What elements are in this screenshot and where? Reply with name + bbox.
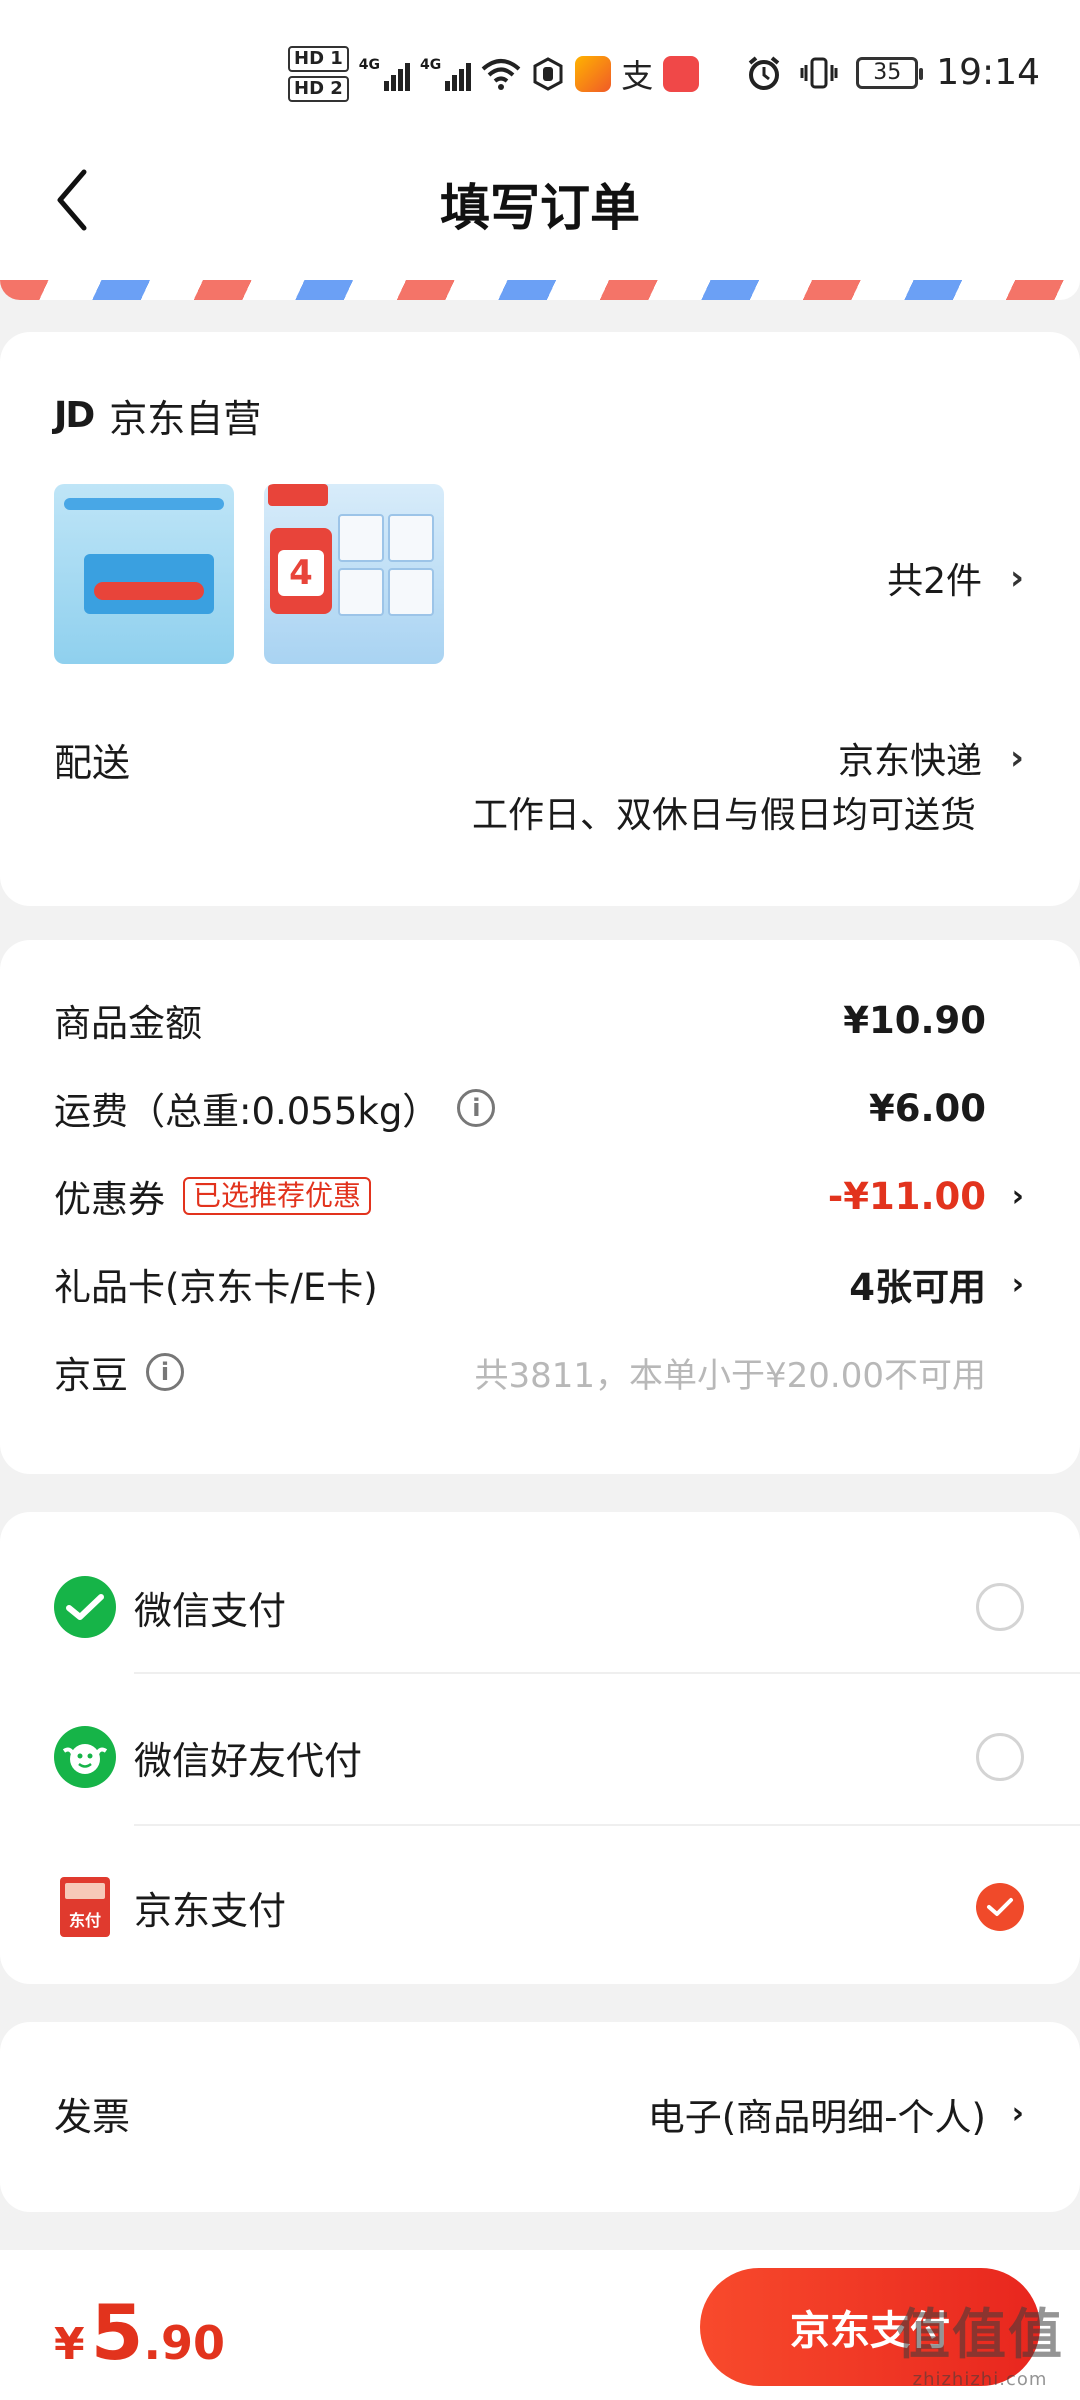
coupon-value: -¥11.00 xyxy=(827,1174,986,1218)
delivery-value: 京东快递 xyxy=(837,741,982,782)
invoice-row[interactable]: 发票 电子(商品明细-个人) › xyxy=(54,2086,1024,2141)
address-stripe-divider xyxy=(0,280,1080,300)
product-thumbnail-1[interactable] xyxy=(54,484,234,664)
shop-header: JD 京东自营 xyxy=(54,388,261,443)
watermark-sub: zhizhizhi.com xyxy=(912,2369,1048,2390)
item-count: 共2件 xyxy=(887,561,982,602)
hd2-icon: HD 2 xyxy=(288,76,349,102)
delivery-note: 工作日、双休日与假日均可送货 xyxy=(471,795,976,836)
battery-icon: 35 xyxy=(856,56,924,89)
watermark: 值值值 zhizhizhi.com xyxy=(896,2290,1064,2390)
jd-pay-icon: 东付 xyxy=(60,1877,110,1937)
divider xyxy=(134,1824,1080,1826)
network-type-label: 4G xyxy=(358,57,381,73)
hd1-icon: HD 1 xyxy=(288,46,349,72)
total-decimal: .90 xyxy=(143,2316,226,2370)
invoice-card[interactable]: 发票 电子(商品明细-个人) › xyxy=(0,2022,1080,2212)
invoice-value: 电子(商品明细-个人) xyxy=(647,2095,986,2139)
vibrate-icon xyxy=(800,57,838,88)
info-icon[interactable]: i xyxy=(457,1089,496,1127)
payment-label: 京东支付 xyxy=(134,1888,287,1933)
status-left-icons: HD 1 HD 2 4G 4G 支 xyxy=(288,46,700,102)
info-icon[interactable]: i xyxy=(146,1353,184,1391)
payment-card: 微信支付 微信好友代付 东付 京东支付 xyxy=(0,1512,1080,1984)
payment-label: 微信好友代付 xyxy=(134,1738,363,1783)
chevron-right-icon: › xyxy=(1011,1266,1024,1302)
shop-card: JD 京东自营 4 共2件 › 配送 京东快递 › 工作日、双休日与假日均可送货 xyxy=(0,332,1080,906)
delivery-label: 配送 xyxy=(54,741,131,785)
wifi-icon xyxy=(481,59,521,90)
wechat-pay-icon xyxy=(54,1576,116,1638)
divider xyxy=(134,1672,1080,1674)
radio-unchecked[interactable] xyxy=(976,1733,1024,1781)
order-total: ¥ 5 .90 xyxy=(54,2288,225,2377)
coupon-tag: 已选推荐优惠 xyxy=(183,1177,372,1215)
jd-beans-value: 共3811，本单小于¥20.00不可用 xyxy=(474,1355,987,1396)
payment-option-jd-pay[interactable]: 东付 京东支付 xyxy=(54,1862,1024,1952)
thumb-badge: 4 xyxy=(278,550,324,596)
page-title: 填写订单 xyxy=(440,179,640,237)
jd-logo: JD xyxy=(54,395,95,436)
chevron-right-icon: › xyxy=(1011,1178,1024,1214)
item-count-link[interactable]: 共2件 › xyxy=(887,552,1024,604)
hand-icon xyxy=(533,57,563,91)
price-card: 商品金额 ¥10.90 运费（总重:0.055kg） i ¥6.00 优惠券 已… xyxy=(0,940,1080,1474)
app-icon-red xyxy=(663,56,700,92)
chevron-right-icon: › xyxy=(1011,2096,1024,2131)
goods-amount-value: ¥10.90 xyxy=(843,998,986,1042)
signal-icon-2: 4G xyxy=(420,57,472,91)
app-icon-618 xyxy=(575,56,612,92)
coupon-label: 优惠券 xyxy=(54,1178,165,1221)
payment-option-wechat-friend[interactable]: 微信好友代付 xyxy=(54,1712,1024,1802)
wechat-friend-pay-icon xyxy=(54,1726,116,1788)
radio-unchecked[interactable] xyxy=(976,1583,1024,1631)
gift-card-row[interactable]: 礼品卡(京东卡/E卡) 4张可用 › xyxy=(54,1254,1024,1314)
gift-card-label: 礼品卡(京东卡/E卡) xyxy=(54,1266,378,1309)
status-right-icons: 35 19:14 xyxy=(746,52,1040,93)
clock: 19:14 xyxy=(936,52,1040,93)
jd-beans-row: 京豆 i 共3811，本单小于¥20.00不可用 xyxy=(54,1342,1024,1402)
goods-amount-row: 商品金额 ¥10.90 xyxy=(54,990,1024,1050)
chevron-right-icon: › xyxy=(1009,558,1024,598)
coupon-row[interactable]: 优惠券 已选推荐优惠 -¥11.00 › xyxy=(54,1166,1024,1226)
watermark-text: 值值值 xyxy=(896,2303,1064,2366)
total-integer: 5 xyxy=(90,2288,144,2377)
freight-row: 运费（总重:0.055kg） i ¥6.00 xyxy=(54,1078,1024,1138)
freight-value: ¥6.00 xyxy=(868,1086,986,1130)
chevron-right-icon: › xyxy=(1009,738,1024,778)
gift-card-value: 4张可用 xyxy=(849,1266,986,1309)
shop-name: 京东自营 xyxy=(109,397,262,441)
hd-indicators: HD 1 HD 2 xyxy=(288,46,349,102)
invoice-label: 发票 xyxy=(54,2095,131,2139)
product-thumbnail-2[interactable]: 4 xyxy=(264,484,444,664)
currency-symbol: ¥ xyxy=(54,2319,85,2370)
goods-amount-label: 商品金额 xyxy=(54,1002,202,1045)
payment-option-wechat[interactable]: 微信支付 xyxy=(54,1562,1024,1652)
alarm-icon xyxy=(748,55,780,90)
alipay-icon: 支 xyxy=(621,57,654,95)
nav-bar: 填写订单 xyxy=(0,130,1080,280)
jd-beans-label: 京豆 xyxy=(54,1354,128,1397)
network-type-label-2: 4G xyxy=(420,57,442,73)
signal-icon: 4G xyxy=(358,57,411,91)
payment-label: 微信支付 xyxy=(134,1588,287,1633)
radio-checked[interactable] xyxy=(976,1883,1024,1931)
freight-label: 运费（总重:0.055kg） xyxy=(54,1090,440,1133)
delivery-selector[interactable]: 京东快递 › xyxy=(838,732,1024,784)
